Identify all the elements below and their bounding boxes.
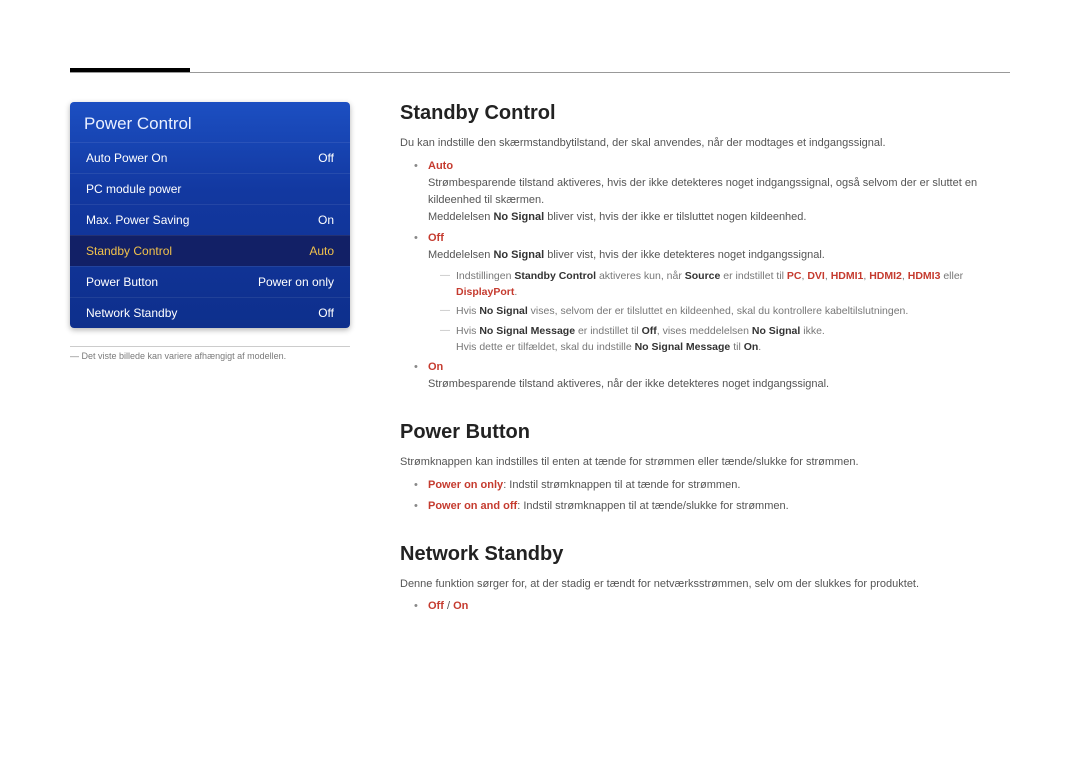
list-item: Hvis No Signal vises, selvom der er tils…	[442, 303, 1010, 319]
hl: HDMI2	[869, 270, 902, 282]
menu-label: Power Button	[86, 275, 158, 289]
standby-control-intro: Du kan indstille den skærmstandbytilstan…	[400, 135, 1010, 152]
bold: No Signal	[493, 211, 544, 223]
text: .	[514, 286, 517, 298]
menu-row-max-power-saving[interactable]: Max. Power Saving On	[70, 204, 350, 235]
header-accent	[70, 68, 190, 72]
text: Hvis	[456, 325, 479, 337]
text: .	[758, 341, 761, 353]
left-column: Power Control Auto Power On Off PC modul…	[70, 102, 350, 361]
text: vises, selvom der er tilsluttet en kilde…	[528, 305, 909, 317]
bold: No Signal	[493, 249, 544, 261]
list-item: Hvis No Signal Message er indstillet til…	[442, 323, 1010, 356]
text: ikke.	[800, 325, 825, 337]
text: bliver vist, hvis der ikke er tilsluttet…	[544, 211, 806, 223]
option-on: On	[428, 361, 443, 373]
bold: No Signal	[752, 325, 800, 337]
power-button-heading: Power Button	[400, 421, 1010, 444]
menu-label: Max. Power Saving	[86, 213, 189, 227]
text: : Indstil strømknappen til at tænde for …	[503, 479, 740, 491]
power-button-intro: Strømknappen kan indstilles til enten at…	[400, 454, 1010, 471]
menu-row-auto-power-on[interactable]: Auto Power On Off	[70, 142, 350, 173]
bold: Standby Control	[514, 270, 596, 282]
menu-value: Off	[318, 306, 334, 320]
list-item: Indstillingen Standby Control aktiveres …	[442, 268, 1010, 301]
right-column: Standby Control Du kan indstille den skæ…	[400, 102, 1010, 619]
page-layout: Power Control Auto Power On Off PC modul…	[70, 102, 1010, 619]
standby-control-heading: Standby Control	[400, 102, 1010, 125]
text: Strømbesparende tilstand aktiveres, når …	[428, 378, 829, 390]
bold: Source	[685, 270, 721, 282]
text: bliver vist, hvis der ikke detekteres no…	[544, 249, 825, 261]
text: er indstillet til	[575, 325, 642, 337]
header-rule	[70, 72, 1010, 73]
network-standby-intro: Denne funktion sørger for, at der stadig…	[400, 576, 1010, 593]
text: eller	[940, 270, 963, 282]
list-item: Power on and off: Indstil strømknappen t…	[418, 498, 1010, 515]
text: Hvis	[456, 305, 479, 317]
hl: Off	[428, 600, 444, 612]
hl: On	[453, 600, 468, 612]
menu-label: Standby Control	[86, 244, 172, 258]
menu-value: On	[318, 213, 334, 227]
text: aktiveres kun, når	[596, 270, 685, 282]
menu-label: Network Standby	[86, 306, 177, 320]
menu-label: PC module power	[86, 182, 181, 196]
bold: No Signal Message	[479, 325, 575, 337]
text: Indstillingen	[456, 270, 514, 282]
text: , vises meddelelsen	[657, 325, 752, 337]
sub-list: Indstillingen Standby Control aktiveres …	[442, 268, 1010, 355]
text: Hvis dette er tilfældet, skal du indstil…	[456, 341, 635, 353]
text: Meddelelsen	[428, 211, 493, 223]
bold: Off	[642, 325, 657, 337]
list-item: Power on only: Indstil strømknappen til …	[418, 477, 1010, 494]
hl: HDMI1	[831, 270, 864, 282]
text: : Indstil strømknappen til at tænde/sluk…	[517, 500, 788, 512]
text: er indstillet til	[720, 270, 787, 282]
list-item: Off Meddelelsen No Signal bliver vist, h…	[418, 230, 1010, 355]
bold: No Signal Message	[635, 341, 731, 353]
list-item: Off / On	[418, 598, 1010, 615]
bold: On	[744, 341, 759, 353]
menu-row-power-button[interactable]: Power Button Power on only	[70, 266, 350, 297]
text: Meddelelsen	[428, 249, 493, 261]
network-standby-list: Off / On	[418, 598, 1010, 615]
menu-row-standby-control[interactable]: Standby Control Auto	[70, 235, 350, 266]
text: /	[444, 600, 453, 612]
image-footnote: ― Det viste billede kan variere afhængig…	[70, 346, 350, 361]
option-off: Off	[428, 232, 444, 244]
hl: DVI	[807, 270, 825, 282]
hl: PC	[787, 270, 802, 282]
hl: Power on only	[428, 479, 503, 491]
bold: No Signal	[479, 305, 527, 317]
network-standby-heading: Network Standby	[400, 543, 1010, 566]
menu-row-pc-module-power[interactable]: PC module power	[70, 173, 350, 204]
menu-value: Off	[318, 151, 334, 165]
menu-value: Power on only	[258, 275, 334, 289]
hl: Power on and off	[428, 500, 517, 512]
option-auto: Auto	[428, 160, 453, 172]
power-button-list: Power on only: Indstil strømknappen til …	[418, 477, 1010, 515]
standby-control-list: Auto Strømbesparende tilstand aktiveres,…	[418, 158, 1010, 394]
menu-value: Auto	[309, 244, 334, 258]
list-item: On Strømbesparende tilstand aktiveres, n…	[418, 359, 1010, 393]
list-item: Auto Strømbesparende tilstand aktiveres,…	[418, 158, 1010, 226]
menu-row-network-standby[interactable]: Network Standby Off	[70, 297, 350, 328]
menu-label: Auto Power On	[86, 151, 167, 165]
hl: DisplayPort	[456, 286, 514, 298]
menu-title: Power Control	[70, 102, 350, 142]
hl: HDMI3	[908, 270, 941, 282]
text: Strømbesparende tilstand aktiveres, hvis…	[428, 177, 977, 206]
power-control-menu: Power Control Auto Power On Off PC modul…	[70, 102, 350, 328]
text: til	[730, 341, 743, 353]
